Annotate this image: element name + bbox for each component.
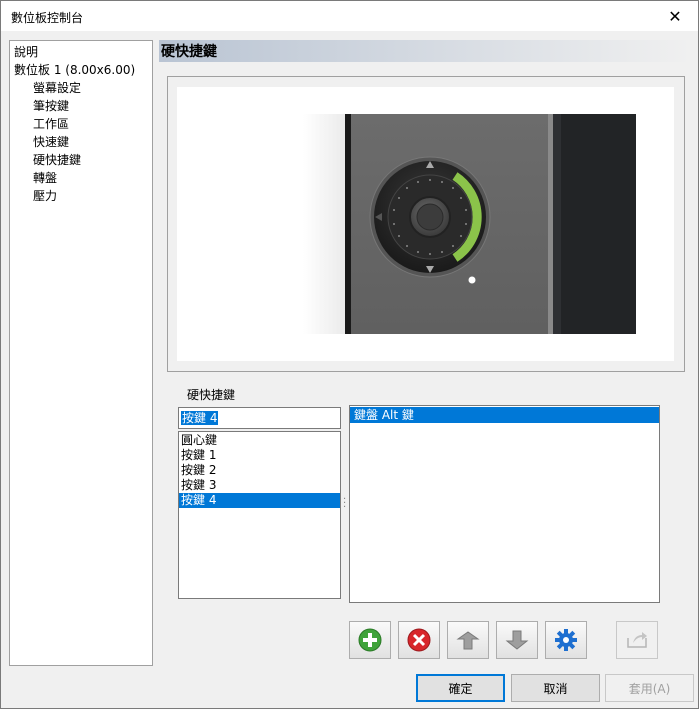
dial-graphic <box>369 156 491 284</box>
hotkeys-label: 硬快捷鍵 <box>187 388 236 402</box>
import-icon <box>627 632 647 648</box>
title-bar: 數位板控制台 ✕ <box>1 1 698 31</box>
import-button[interactable] <box>616 621 658 659</box>
action-list-item-selected[interactable]: 鍵盤 Alt 鍵 <box>350 407 659 423</box>
ok-button[interactable]: 確定 <box>416 674 505 702</box>
arrow-down-icon <box>505 630 529 650</box>
close-icon: ✕ <box>668 6 682 26</box>
key-list-item[interactable]: 按鍵 2 <box>179 463 340 478</box>
plus-circle-icon <box>358 628 382 652</box>
device-preview <box>177 87 674 361</box>
indicator-led <box>468 276 476 284</box>
add-action-button[interactable] <box>349 621 391 659</box>
arrow-up-icon <box>456 631 480 650</box>
key-list-item[interactable]: 按鍵 1 <box>179 448 340 463</box>
tree-item-help[interactable]: 說明 <box>10 43 152 61</box>
tree-item-hotkeys[interactable]: 快速鍵 <box>10 133 152 151</box>
move-up-button[interactable] <box>447 621 489 659</box>
move-down-button[interactable] <box>496 621 538 659</box>
tree-item-work-area[interactable]: 工作區 <box>10 115 152 133</box>
apply-button[interactable]: 套用(A) <box>605 674 694 702</box>
current-key-value: 按鍵 4 <box>181 411 219 425</box>
tree-item-hard-hotkeys[interactable]: 硬快捷鍵 <box>10 151 152 169</box>
device-preview-frame <box>167 76 685 372</box>
tree-item-pressure[interactable]: 壓力 <box>10 187 152 205</box>
tree-item-pen-buttons[interactable]: 筆按鍵 <box>10 97 152 115</box>
control-panel-window: 數位板控制台 ✕ 說明 數位板 1 (8.00x6.00) 螢幕設定 筆按鍵 工… <box>0 0 699 709</box>
key-list-item[interactable]: 圓心鍵 <box>179 433 340 448</box>
current-key-field[interactable]: 按鍵 4 <box>178 407 341 429</box>
splitter-handle[interactable]: · · · <box>343 495 347 513</box>
section-title: 硬快捷鍵 <box>161 44 217 60</box>
tree-item-dial[interactable]: 轉盤 <box>10 169 152 187</box>
gear-icon <box>555 629 577 651</box>
cancel-button[interactable]: 取消 <box>511 674 600 702</box>
settings-tree: 說明 數位板 1 (8.00x6.00) 螢幕設定 筆按鍵 工作區 快速鍵 硬快… <box>9 40 153 666</box>
key-list[interactable]: 圓心鍵 按鍵 1 按鍵 2 按鍵 3 按鍵 4 <box>178 431 341 599</box>
tree-item-tablet[interactable]: 數位板 1 (8.00x6.00) <box>10 61 152 79</box>
action-settings-button[interactable] <box>545 621 587 659</box>
tree-item-screen-settings[interactable]: 螢幕設定 <box>10 79 152 97</box>
section-header: 硬快捷鍵 <box>159 40 692 62</box>
close-button[interactable]: ✕ <box>652 1 698 31</box>
tablet-illustration <box>303 114 636 334</box>
key-list-item-selected[interactable]: 按鍵 4 <box>179 493 340 508</box>
action-list[interactable]: 鍵盤 Alt 鍵 <box>349 405 660 603</box>
delete-circle-icon <box>407 628 431 652</box>
delete-action-button[interactable] <box>398 621 440 659</box>
key-list-item[interactable]: 按鍵 3 <box>179 478 340 493</box>
window-title: 數位板控制台 <box>11 11 84 25</box>
